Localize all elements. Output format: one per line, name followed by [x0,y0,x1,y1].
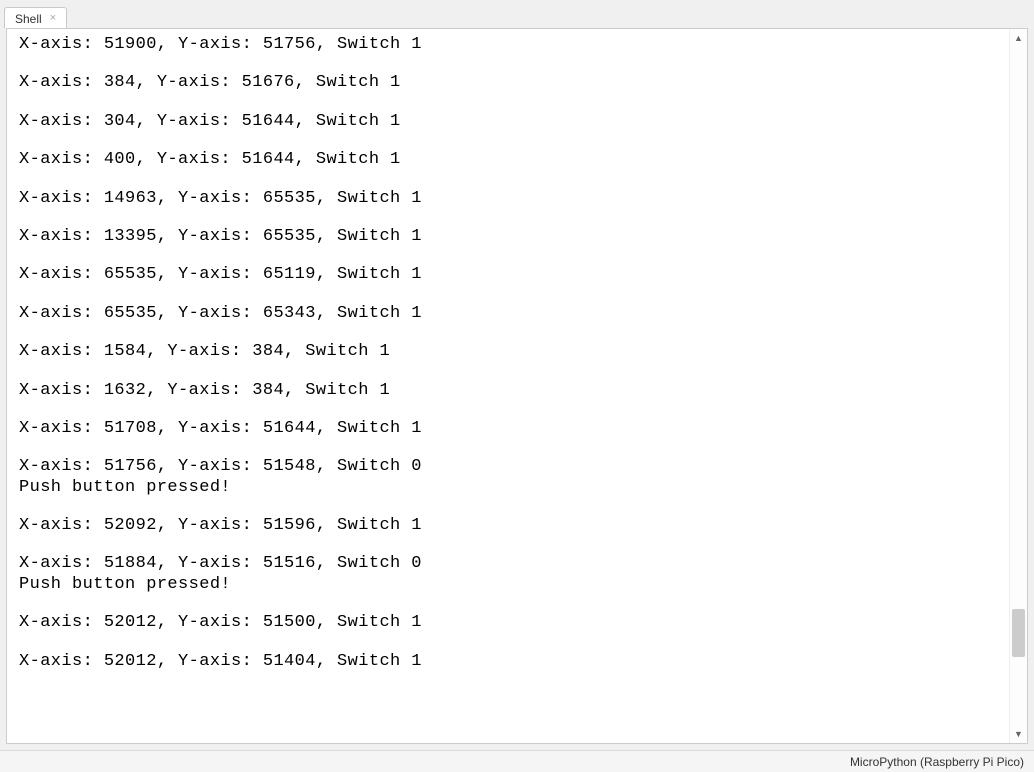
console-line: X-axis: 51708, Y-axis: 51644, Switch 1 [19,419,1015,439]
tab-shell[interactable]: Shell × [4,7,67,29]
scroll-up-icon[interactable]: ▲ [1010,29,1028,47]
console-line: X-axis: 14963, Y-axis: 65535, Switch 1 [19,189,1015,209]
console-line: X-axis: 304, Y-axis: 51644, Switch 1 [19,112,1015,132]
close-icon[interactable]: × [48,13,58,24]
blank-line [19,401,1015,419]
vertical-scrollbar[interactable]: ▲ ▼ [1009,29,1027,743]
console-line: X-axis: 51900, Y-axis: 51756, Switch 1 [19,35,1015,55]
console-line: X-axis: 52012, Y-axis: 51404, Switch 1 [19,652,1015,672]
tab-label: Shell [15,12,42,26]
console-line: X-axis: 1632, Y-axis: 384, Switch 1 [19,381,1015,401]
tab-strip: Shell × [0,0,1034,28]
blank-line [19,536,1015,554]
scroll-track[interactable] [1010,47,1027,725]
status-bar: MicroPython (Raspberry Pi Pico) [0,750,1034,772]
console-line: X-axis: 51756, Y-axis: 51548, Switch 0 [19,457,1015,477]
interpreter-label[interactable]: MicroPython (Raspberry Pi Pico) [850,755,1024,769]
scroll-thumb[interactable] [1012,609,1025,657]
blank-line [19,439,1015,457]
blank-line [19,171,1015,189]
blank-line [19,247,1015,265]
console-line: Push button pressed! [19,575,1015,595]
console-line: X-axis: 1584, Y-axis: 384, Switch 1 [19,342,1015,362]
blank-line [19,498,1015,516]
console-line: Push button pressed! [19,478,1015,498]
console-line: X-axis: 65535, Y-axis: 65343, Switch 1 [19,304,1015,324]
console-output[interactable]: X-axis: 51900, Y-axis: 51756, Switch 1 X-… [19,35,1015,672]
blank-line [19,324,1015,342]
console-line: X-axis: 400, Y-axis: 51644, Switch 1 [19,150,1015,170]
blank-line [19,132,1015,150]
blank-line [19,286,1015,304]
scroll-down-icon[interactable]: ▼ [1010,725,1028,743]
console-line: X-axis: 51884, Y-axis: 51516, Switch 0 [19,554,1015,574]
blank-line [19,634,1015,652]
console-line: X-axis: 52012, Y-axis: 51500, Switch 1 [19,613,1015,633]
console-line: X-axis: 65535, Y-axis: 65119, Switch 1 [19,265,1015,285]
console-line: X-axis: 52092, Y-axis: 51596, Switch 1 [19,516,1015,536]
console-line: X-axis: 13395, Y-axis: 65535, Switch 1 [19,227,1015,247]
blank-line [19,209,1015,227]
blank-line [19,55,1015,73]
blank-line [19,363,1015,381]
panel-wrap: X-axis: 51900, Y-axis: 51756, Switch 1 X-… [0,28,1034,750]
blank-line [19,595,1015,613]
console-line: X-axis: 384, Y-axis: 51676, Switch 1 [19,73,1015,93]
shell-panel-container: Shell × X-axis: 51900, Y-axis: 51756, Sw… [0,0,1034,750]
shell-output-panel[interactable]: X-axis: 51900, Y-axis: 51756, Switch 1 X-… [6,28,1028,744]
blank-line [19,94,1015,112]
